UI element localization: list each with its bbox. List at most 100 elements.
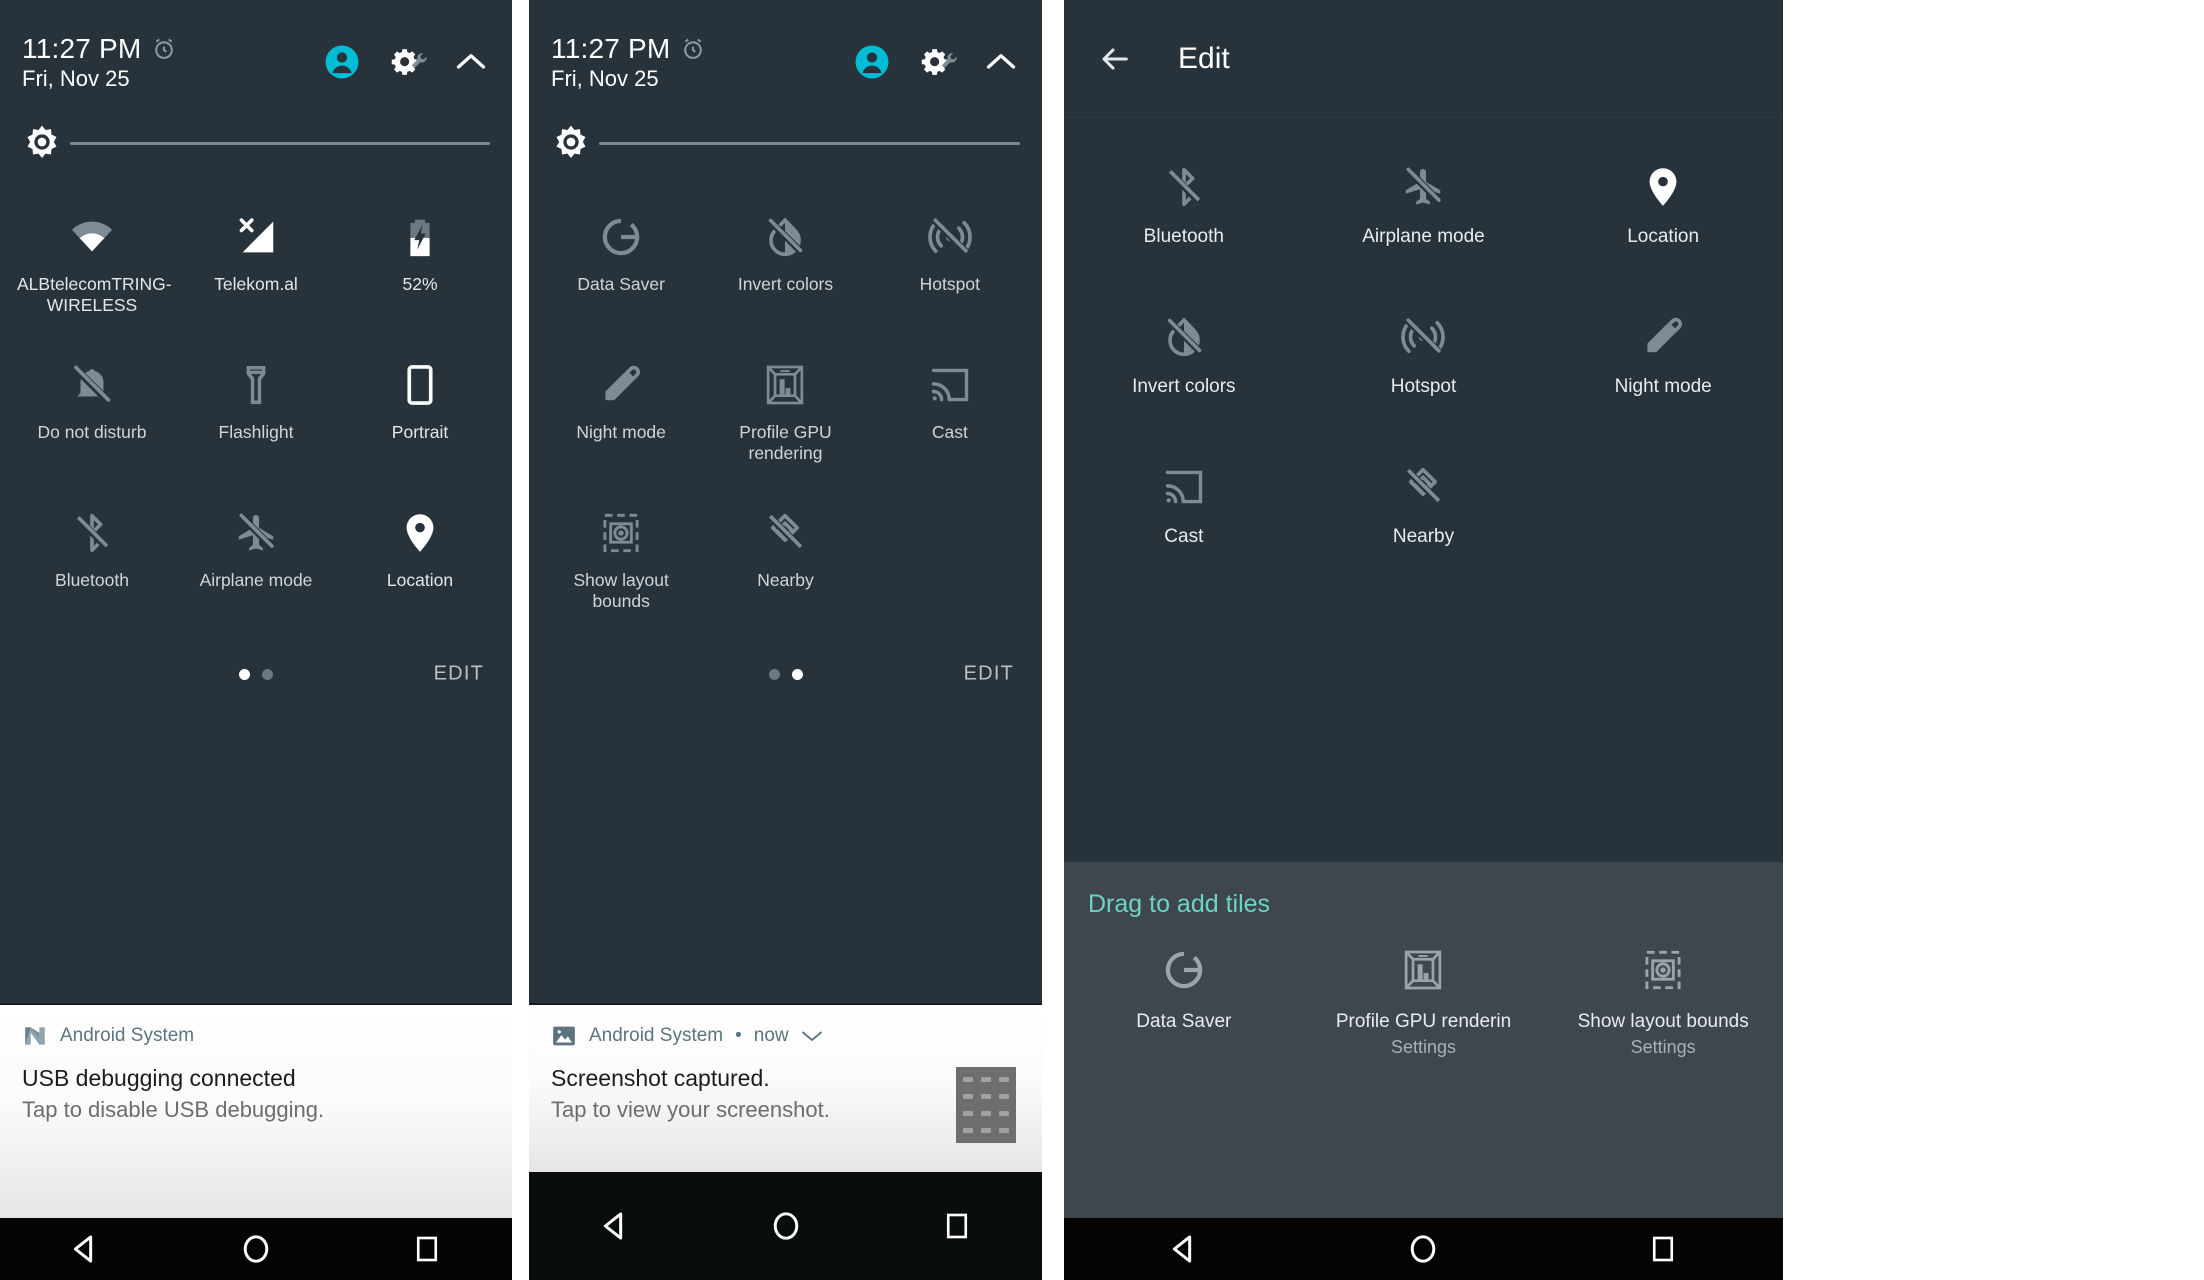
arrow-back-icon[interactable] (1096, 42, 1134, 76)
add-tile-sublabel: Settings (1390, 1037, 1457, 1057)
tile-mobile-data[interactable]: Telekom.al (174, 194, 338, 342)
status-date: Fri, Nov 25 (551, 66, 659, 91)
tile-wifi[interactable]: ALBtelecomTRING-WIRELESS (10, 194, 174, 342)
add-tile-show-layout-bounds[interactable]: Show layout bounds Settings (1543, 935, 1783, 1058)
add-tile-data-saver[interactable]: Data Saver (1064, 935, 1304, 1058)
nav-back-icon[interactable] (1124, 1218, 1244, 1280)
notification-usb-debugging[interactable]: Android System USB debugging connected T… (0, 1005, 512, 1139)
tile-airplane-mode[interactable]: Airplane mode (174, 490, 338, 638)
gear-icon[interactable] (386, 44, 430, 80)
nav-recents-icon[interactable] (897, 1195, 1017, 1257)
nav-home-icon[interactable] (196, 1218, 316, 1280)
edit-tile-airplane-mode[interactable]: Airplane mode (1304, 144, 1544, 294)
nav-home-icon[interactable] (1363, 1218, 1483, 1280)
gear-icon[interactable] (916, 44, 960, 80)
navigation-bar (0, 1218, 512, 1280)
tile-night-mode[interactable]: Night mode (539, 342, 703, 490)
notification-header: Android System (22, 1023, 490, 1049)
tile-do-not-disturb[interactable]: Do not disturb (10, 342, 174, 490)
navigation-bar (1064, 1218, 1783, 1280)
tile-location[interactable]: Location (338, 490, 502, 638)
brightness-slider[interactable] (0, 110, 512, 176)
edit-tile-night-mode[interactable]: Night mode (1543, 294, 1783, 444)
nav-recents-icon[interactable] (1603, 1218, 1723, 1280)
nav-home-icon[interactable] (726, 1195, 846, 1257)
brightness-track[interactable] (599, 141, 1020, 145)
tile-label: Cast (931, 422, 968, 442)
tile-invert-colors[interactable]: Invert colors (703, 194, 867, 342)
user-avatar-icon[interactable] (854, 44, 890, 80)
page-dot-2[interactable] (262, 668, 273, 680)
user-avatar-icon[interactable] (324, 44, 360, 80)
tile-nearby[interactable]: Nearby (703, 490, 867, 638)
tile-label: Night mode (576, 422, 666, 442)
edit-button[interactable]: EDIT (434, 663, 484, 686)
cast-icon (925, 360, 975, 410)
quick-settings-tile-grid: ALBtelecomTRING-WIRELESS Telekom.al 52% … (0, 176, 512, 638)
add-tiles-grid: Data Saver Profile GPU renderin Settings… (1064, 919, 1783, 1058)
page-dot-1[interactable] (768, 668, 780, 680)
quick-settings-tile-grid: Data Saver Invert colors Hotspot Night m… (529, 176, 1042, 638)
panel-divider-1 (512, 0, 529, 1280)
show-layout-bounds-icon (1638, 945, 1688, 995)
brightness-icon (22, 123, 62, 163)
notification-shade: Android System USB debugging connected T… (0, 1003, 512, 1218)
chevron-up-icon[interactable] (986, 52, 1016, 72)
three-panel-screenshot-comparison: 11:27 PM Fri, Nov 25 ALBtelecomTRING-WIR… (0, 0, 2204, 1280)
nav-back-icon[interactable] (555, 1195, 675, 1257)
add-section-title: Drag to add tiles (1088, 890, 1271, 918)
edit-button[interactable]: EDIT (964, 663, 1014, 686)
clock-block: 11:27 PM Fri, Nov 25 (22, 34, 177, 92)
header-icon-row (324, 44, 486, 80)
tile-empty-slot (868, 490, 1032, 638)
edit-tile-location[interactable]: Location (1543, 144, 1783, 294)
tile-label: ALBtelecomTRING-WIRELESS (17, 274, 172, 315)
tile-label: Invert colors (737, 274, 834, 294)
notification-screenshot[interactable]: Android System • now Screenshot captured… (529, 1005, 1042, 1143)
tile-flashlight[interactable]: Flashlight (174, 342, 338, 490)
notification-time: now (753, 1025, 789, 1046)
notification-app-name: Android System (589, 1025, 724, 1046)
edit-tile-invert-colors[interactable]: Invert colors (1064, 294, 1304, 444)
profile-gpu-rendering-icon (1398, 945, 1448, 995)
battery-charging-icon (395, 212, 445, 262)
edit-tile-bluetooth[interactable]: Bluetooth (1064, 144, 1304, 294)
tile-bluetooth[interactable]: Bluetooth (10, 490, 174, 638)
tile-label: Bluetooth (1143, 226, 1224, 247)
nav-back-icon[interactable] (25, 1218, 145, 1280)
tile-profile-gpu-rendering[interactable]: Profile GPU rendering (703, 342, 867, 490)
quick-settings-header: 11:27 PM Fri, Nov 25 (529, 0, 1042, 110)
tile-data-saver[interactable]: Data Saver (539, 194, 703, 342)
notification-subtitle: Tap to view your screenshot. (551, 1097, 830, 1122)
brightness-track[interactable] (70, 141, 490, 145)
edit-tile-nearby[interactable]: Nearby (1304, 444, 1544, 594)
nearby-off-icon (1398, 462, 1448, 512)
page-title: Edit (1178, 41, 1230, 75)
brightness-icon (551, 123, 591, 163)
tile-label: Night mode (1614, 376, 1712, 397)
add-tile-label: Profile GPU renderin (1335, 1011, 1512, 1032)
alarm-icon (680, 36, 706, 62)
add-tile-profile-gpu-rendering[interactable]: Profile GPU renderin Settings (1304, 935, 1544, 1058)
nav-recents-icon[interactable] (367, 1218, 487, 1280)
edit-tile-cast[interactable]: Cast (1064, 444, 1304, 594)
edit-tile-hotspot[interactable]: Hotspot (1304, 294, 1544, 444)
auto-rotate-portrait-icon (395, 360, 445, 410)
nearby-off-icon (760, 508, 810, 558)
android-n-logo-icon (22, 1023, 48, 1049)
screenshot-thumbnail[interactable] (956, 1067, 1016, 1143)
page-indicator (239, 668, 273, 680)
tile-battery[interactable]: 52% (338, 194, 502, 342)
page-dot-2[interactable] (791, 668, 803, 680)
chevron-down-icon[interactable] (801, 1029, 823, 1043)
brightness-slider[interactable] (529, 110, 1042, 176)
flashlight-icon (231, 360, 281, 410)
chevron-up-icon[interactable] (456, 52, 486, 72)
tile-cast[interactable]: Cast (868, 342, 1032, 490)
data-saver-icon (596, 212, 646, 262)
page-dot-1[interactable] (239, 668, 250, 680)
tile-rotation[interactable]: Portrait (338, 342, 502, 490)
invert-colors-off-icon (760, 212, 810, 262)
tile-show-layout-bounds[interactable]: Show layout bounds (539, 490, 703, 638)
tile-hotspot[interactable]: Hotspot (868, 194, 1032, 342)
